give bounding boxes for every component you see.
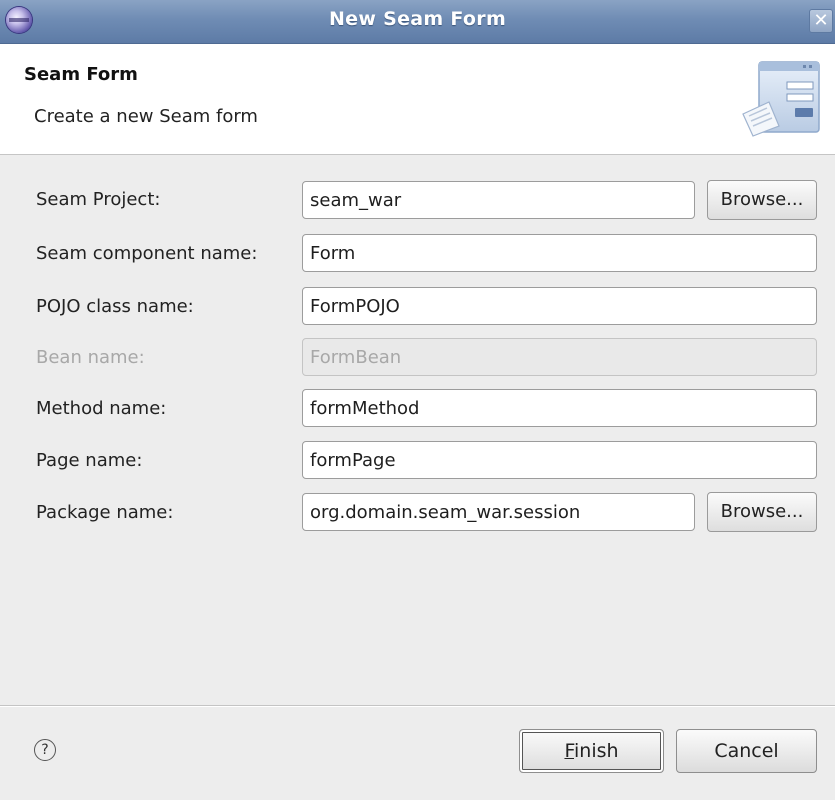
finish-label: inish: [574, 740, 619, 762]
pojo-class-name-input[interactable]: [302, 287, 817, 325]
package-name-input[interactable]: [302, 493, 695, 531]
page-name-label: Page name:: [36, 450, 143, 471]
method-name-label: Method name:: [36, 398, 167, 419]
cancel-button[interactable]: Cancel: [676, 729, 817, 773]
seam-component-name-label: Seam component name:: [36, 243, 258, 264]
new-seam-form-dialog: New Seam Form ✕ Seam Form Create a new S…: [0, 0, 835, 800]
finish-mnemonic: F: [564, 740, 574, 762]
wizard-form-graphic-icon: [742, 61, 820, 137]
close-button[interactable]: ✕: [809, 9, 833, 33]
method-name-input[interactable]: [302, 389, 817, 427]
seam-component-name-input[interactable]: [302, 234, 817, 272]
seam-project-input[interactable]: [302, 181, 695, 219]
finish-button[interactable]: Finish: [519, 729, 664, 773]
title-bar[interactable]: New Seam Form ✕: [0, 0, 835, 44]
window-title: New Seam Form: [328, 8, 507, 30]
bean-name-label: Bean name:: [36, 347, 145, 368]
page-name-input[interactable]: [302, 441, 817, 479]
pojo-class-name-label: POJO class name:: [36, 296, 194, 317]
footer-separator: [0, 705, 835, 707]
wizard-description: Create a new Seam form: [34, 106, 258, 127]
wizard-title: Seam Form: [24, 64, 138, 85]
seam-project-label: Seam Project:: [36, 189, 161, 210]
wizard-banner: Seam Form Create a new Seam form: [0, 44, 835, 155]
package-name-label: Package name:: [36, 502, 174, 523]
package-browse-button[interactable]: Browse...: [707, 492, 817, 532]
help-icon[interactable]: ?: [34, 739, 56, 761]
bean-name-input: [302, 338, 817, 376]
seam-project-browse-button[interactable]: Browse...: [707, 180, 817, 220]
